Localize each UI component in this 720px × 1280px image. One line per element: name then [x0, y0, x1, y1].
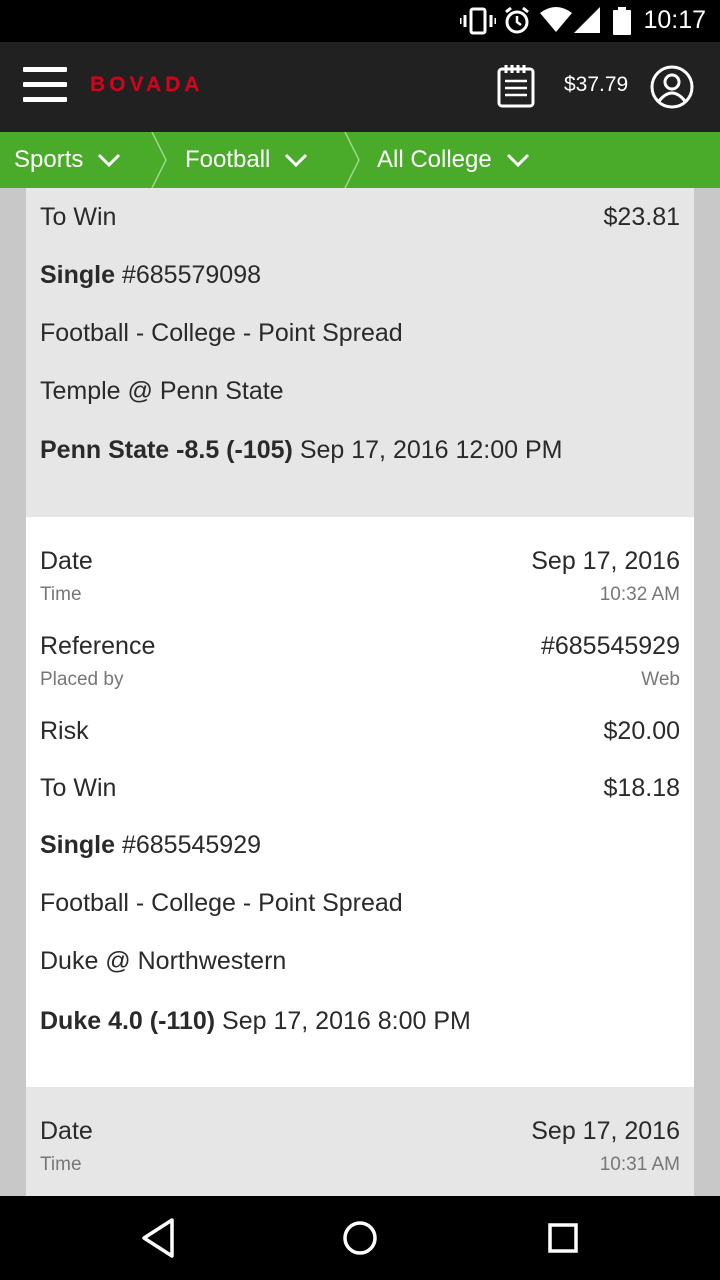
market: Football - College - Point Spread: [40, 889, 403, 917]
bet-card[interactable]: To Win $23.81 Single #685579098 Football…: [26, 188, 694, 517]
risk-label: Risk: [40, 717, 89, 745]
breadcrumb-label: All College: [377, 146, 492, 173]
bet-card[interactable]: Date Sep 17, 2016 Time 10:32 AM Referenc…: [26, 517, 694, 1087]
breadcrumb-label: Sports: [14, 146, 84, 173]
chevron-down-icon: [506, 153, 529, 168]
clock: 10:17: [643, 6, 706, 34]
breadcrumb-all-college[interactable]: All College: [377, 132, 530, 188]
bet-ref: #685545929: [121, 831, 262, 859]
bet-history-list[interactable]: To Win $23.81 Single #685579098 Football…: [0, 188, 720, 1196]
time-label: Time: [40, 1154, 82, 1175]
selection: Penn State -8.5 (-105): [40, 436, 293, 464]
back-icon[interactable]: [140, 1216, 176, 1260]
to-win-label: To Win: [40, 203, 117, 231]
bet-type: Single: [40, 831, 116, 859]
event-time: Sep 17, 2016 12:00 PM: [299, 436, 563, 464]
battery-icon: [613, 7, 631, 35]
breadcrumb-football[interactable]: Football: [185, 132, 308, 188]
logo[interactable]: BOVADA: [90, 73, 203, 97]
breadcrumb-label: Football: [185, 146, 271, 173]
alarm-icon: [505, 7, 529, 34]
date-label: Date: [40, 1117, 93, 1145]
chevron-down-icon: [98, 153, 121, 168]
betslip-icon[interactable]: [497, 64, 535, 108]
time-value: 10:32 AM: [599, 584, 680, 605]
to-win-label: To Win: [40, 774, 117, 802]
date-value: Sep 17, 2016: [531, 547, 680, 575]
status-bar: 10:17: [0, 0, 720, 42]
market: Football - College - Point Spread: [40, 319, 403, 347]
reference-value: #685545929: [540, 632, 680, 660]
home-icon[interactable]: [340, 1216, 380, 1260]
to-win-value: $23.81: [603, 203, 680, 231]
breadcrumb: Sports Football All College: [0, 132, 720, 188]
date-label: Date: [40, 547, 93, 575]
breadcrumb-sports[interactable]: Sports: [14, 132, 121, 188]
bet-type: Single: [40, 261, 116, 289]
selection: Duke 4.0 (-110): [40, 1007, 216, 1035]
reference-label: Reference: [40, 632, 156, 660]
breadcrumb-separator: [151, 132, 167, 188]
event-time: Sep 17, 2016 8:00 PM: [222, 1007, 471, 1035]
wifi-icon: [540, 7, 572, 32]
menu-icon[interactable]: [23, 67, 67, 107]
matchup: Duke @ Northwestern: [40, 947, 287, 975]
breadcrumb-separator: [344, 132, 360, 188]
time-value: 10:31 AM: [599, 1154, 680, 1175]
account-balance[interactable]: $37.79: [564, 73, 628, 97]
bet-card[interactable]: Date Sep 17, 2016 Time 10:31 AM: [26, 1087, 694, 1196]
to-win-value: $18.18: [603, 774, 680, 802]
bet-ref: #685579098: [121, 261, 262, 289]
matchup: Temple @ Penn State: [40, 377, 284, 405]
vibrate-icon: [460, 7, 496, 35]
risk-value: $20.00: [603, 717, 680, 745]
recents-icon[interactable]: [544, 1216, 582, 1260]
account-icon[interactable]: [650, 65, 694, 109]
signal-icon: [574, 7, 600, 33]
placed-by-label: Placed by: [40, 669, 124, 690]
app-header: BOVADA $37.79: [0, 42, 720, 132]
placed-by-value: Web: [641, 669, 680, 690]
system-nav-bar: [0, 1196, 720, 1280]
date-value: Sep 17, 2016: [531, 1117, 680, 1145]
time-label: Time: [40, 584, 82, 605]
chevron-down-icon: [285, 153, 308, 168]
